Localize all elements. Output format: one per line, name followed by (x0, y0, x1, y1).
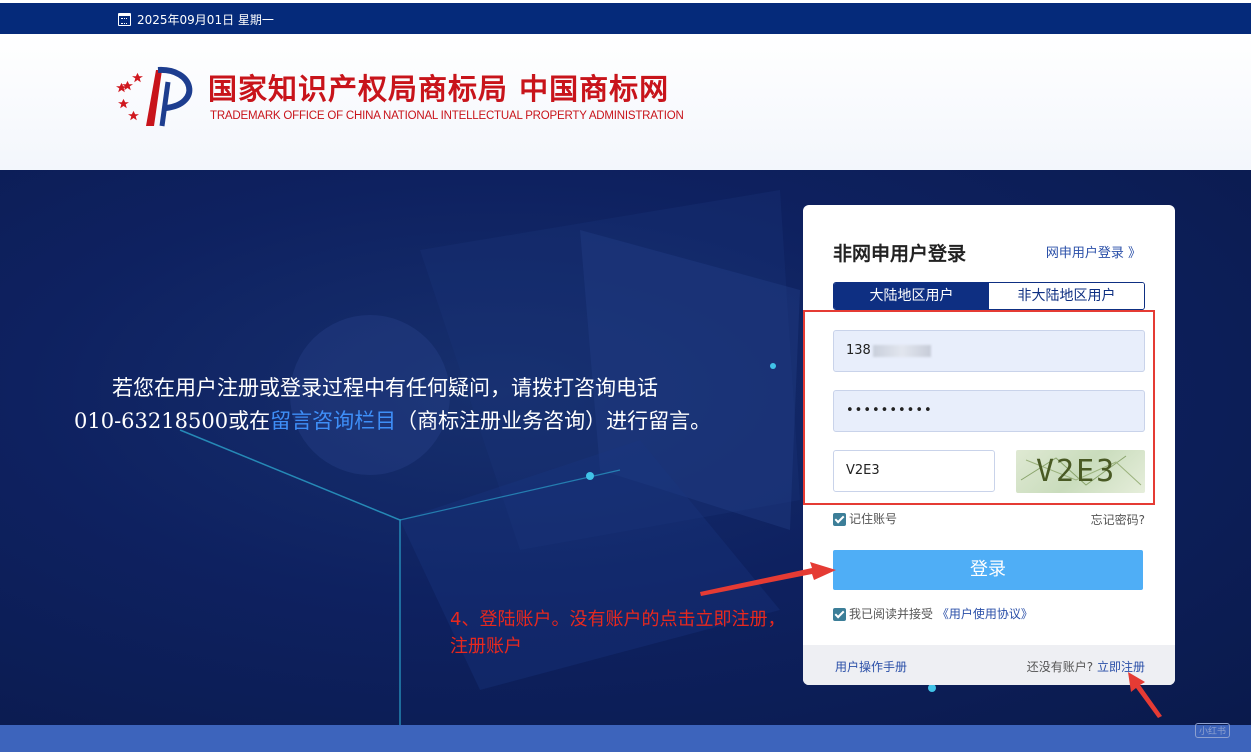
remember-checkbox[interactable] (833, 513, 846, 526)
captcha-image-text: V2E3 (1036, 454, 1117, 489)
captcha-input[interactable]: V2E3 (833, 450, 995, 492)
no-account-text: 还没有账户? (1026, 660, 1094, 674)
site-header: 国家知识产权局商标局 中国商标网 TRADEMARK OFFICE OF CHI… (0, 34, 1251, 170)
online-user-login-link[interactable]: 网申用户登录 》 (1046, 242, 1141, 261)
captcha-image[interactable]: V2E3 (1016, 450, 1145, 493)
site-title-en: TRADEMARK OFFICE OF CHINA NATIONAL INTEL… (210, 110, 684, 122)
redacted-digits (872, 344, 931, 357)
agreement-text: 我已阅读并接受 (849, 607, 934, 621)
bottom-band (0, 725, 1251, 752)
login-title: 非网申用户登录 (833, 243, 967, 265)
notice-phone-text: 010-63218500或在 (74, 409, 271, 433)
forgot-password-link[interactable]: 忘记密码? (1091, 511, 1145, 528)
login-panel: 非网申用户登录 网申用户登录 》 大陆地区用户 非大陆地区用户 138 ••••… (803, 205, 1175, 685)
notice-line-1: 若您在用户注册或登录过程中有任何疑问，请拨打咨询电话 (112, 376, 658, 400)
tab-mainland-user[interactable]: 大陆地区用户 (834, 283, 989, 309)
password-input[interactable]: •••••••••• (833, 390, 1145, 432)
remember-account[interactable]: 记住账号 (833, 510, 897, 527)
register-now-link[interactable]: 立即注册 (1097, 660, 1145, 674)
login-panel-footer: 用户操作手册 还没有账户? 立即注册 (803, 645, 1175, 685)
date-text: 2025年09月01日 星期一 (137, 13, 274, 27)
phone-input[interactable]: 138 (833, 330, 1145, 372)
notice-suffix-text: （商标注册业务咨询）进行留言。 (396, 409, 712, 433)
notice-line-2: 010-63218500或在留言咨询栏目（商标注册业务咨询）进行留言。 (60, 405, 800, 438)
register-prompt: 还没有账户? 立即注册 (1027, 658, 1145, 675)
watermark-badge: 小红书 (1195, 723, 1231, 738)
calendar-icon (118, 13, 131, 26)
top-bar: 2025年09月01日 星期一 (0, 0, 1251, 34)
help-notice: 若您在用户注册或登录过程中有任何疑问，请拨打咨询电话 010-63218500或… (60, 372, 800, 438)
cnipa-emblem-icon (116, 66, 193, 127)
user-agreement-link[interactable]: 《用户使用协议》 (937, 607, 1033, 621)
user-manual-link[interactable]: 用户操作手册 (835, 658, 907, 675)
agreement-checkbox[interactable] (833, 608, 846, 621)
phone-value: 138 (846, 343, 871, 358)
date-display: 2025年09月01日 星期一 (118, 11, 274, 28)
agreement-row: 我已阅读并接受 《用户使用协议》 (833, 605, 1033, 622)
region-tabs: 大陆地区用户 非大陆地区用户 (833, 282, 1145, 310)
login-button[interactable]: 登录 (833, 550, 1143, 590)
tab-non-mainland-user[interactable]: 非大陆地区用户 (989, 283, 1144, 309)
consult-column-link[interactable]: 留言咨询栏目 (270, 409, 396, 433)
remember-label: 记住账号 (849, 512, 898, 526)
site-logo[interactable]: 国家知识产权局商标局 中国商标网 TRADEMARK OFFICE OF CHI… (116, 62, 716, 132)
tutorial-annotation: 4、登陆账户。没有账户的点击立即注册，注册账户 (450, 609, 786, 657)
site-title-cn: 国家知识产权局商标局 中国商标网 (208, 72, 670, 106)
